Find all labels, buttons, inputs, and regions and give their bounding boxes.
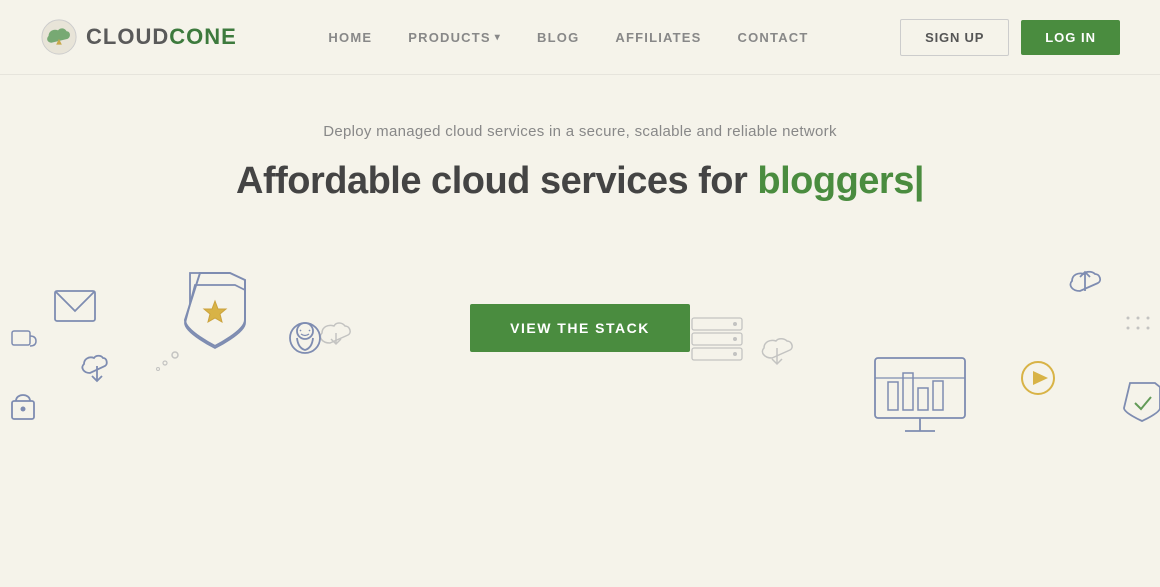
left-illustrations: [0, 263, 480, 443]
nav-affiliates[interactable]: AFFILIATES: [615, 30, 701, 45]
logo-text-cloud: CLOUD: [86, 24, 169, 49]
logo-text-cone: CONE: [169, 24, 237, 49]
hero-subtitle: Deploy managed cloud services in a secur…: [323, 123, 837, 140]
nav-contact[interactable]: CONTACT: [738, 30, 809, 45]
hero-section: Deploy managed cloud services in a secur…: [0, 75, 1160, 443]
login-button[interactable]: LOG IN: [1021, 20, 1120, 55]
nav-home[interactable]: HOME: [328, 30, 372, 45]
hero-title-prefix: Affordable cloud services for: [236, 160, 757, 202]
nav-products[interactable]: PRODUCTS ▾: [408, 30, 501, 45]
view-stack-button[interactable]: VIEW THE STACK: [470, 304, 690, 352]
chevron-down-icon: ▾: [495, 32, 501, 43]
main-nav: HOME PRODUCTS ▾ BLOG AFFILIATES CONTACT: [328, 30, 808, 45]
illustration-area: VIEW THE STACK: [0, 243, 1160, 443]
site-header: CLOUDCONE HOME PRODUCTS ▾ BLOG AFFILIATE…: [0, 0, 1160, 75]
right-illustrations: [680, 263, 1160, 443]
hero-cursor: |: [914, 160, 924, 202]
logo-icon: [40, 18, 78, 56]
auth-buttons: SIGN UP LOG IN: [900, 19, 1120, 56]
hero-title: Affordable cloud services for bloggers|: [236, 160, 924, 203]
signup-button[interactable]: SIGN UP: [900, 19, 1009, 56]
hero-title-highlight: bloggers: [757, 160, 913, 202]
logo[interactable]: CLOUDCONE: [40, 18, 237, 56]
nav-blog[interactable]: BLOG: [537, 30, 579, 45]
